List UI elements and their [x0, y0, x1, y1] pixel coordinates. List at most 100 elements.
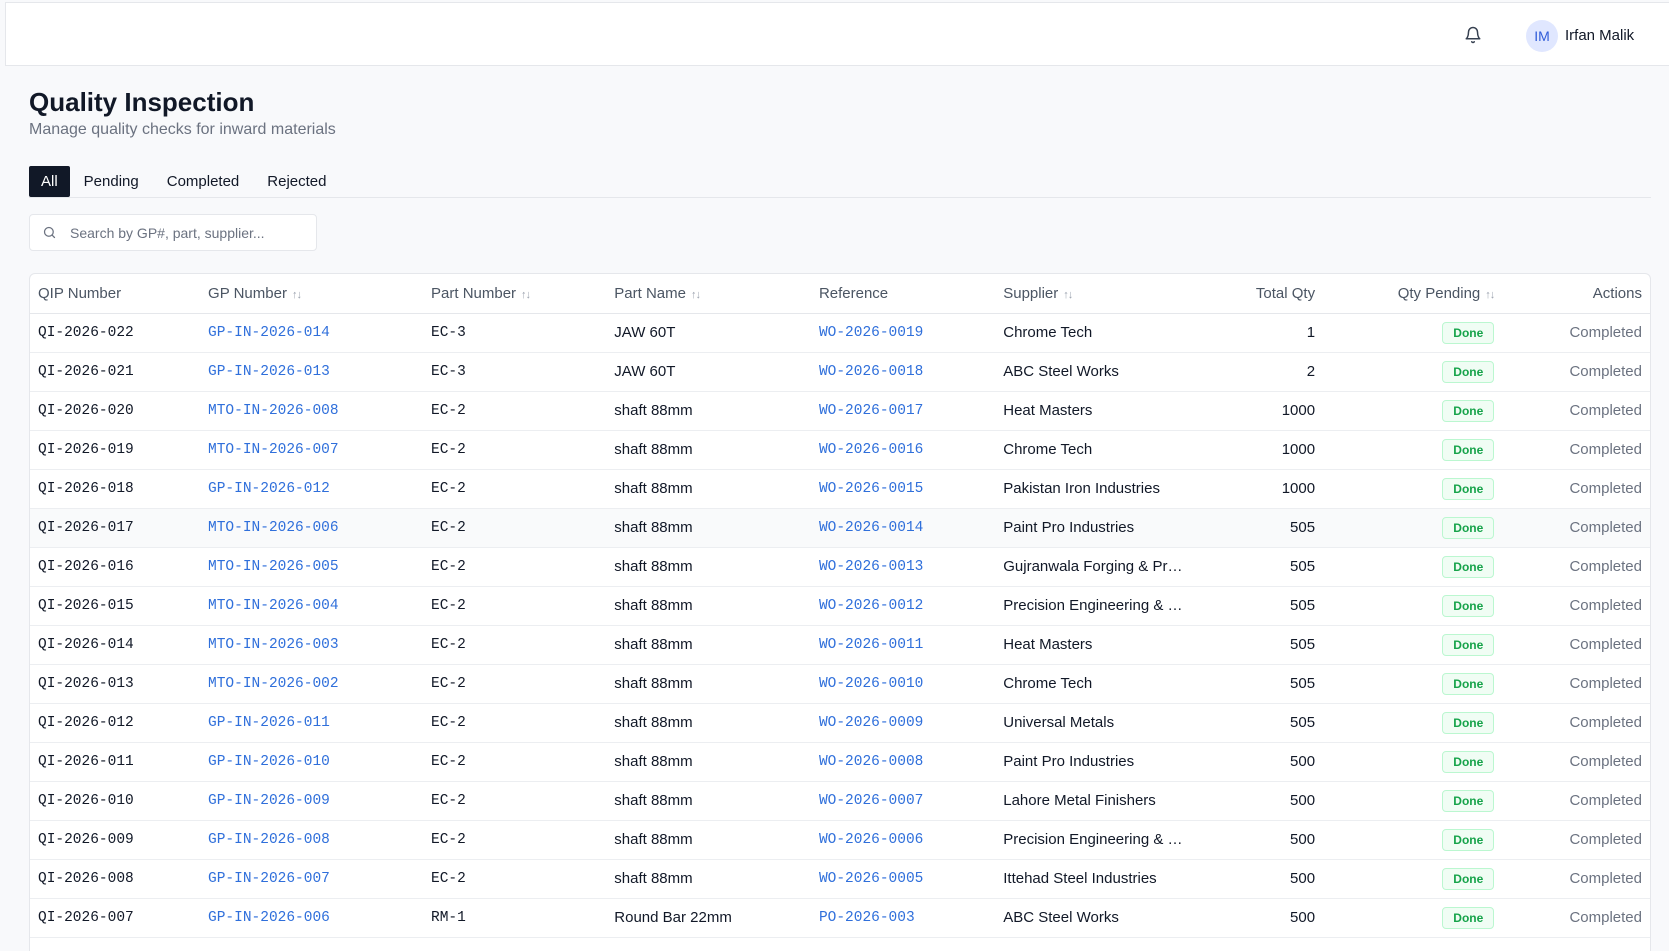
table-row[interactable]: QI-2026-015 MTO-IN-2026-004 EC-2 shaft 88mm… [30, 586, 1650, 626]
col-gp-number[interactable]: GP Number ↑↓ [200, 274, 424, 314]
reference-link[interactable]: WO-2026-0016 [810, 430, 996, 470]
sort-icon[interactable]: ↑↓ [521, 289, 531, 301]
total-qty: 505 [1190, 703, 1324, 743]
table-row[interactable]: QI-2026-020 MTO-IN-2026-008 EC-2 shaft 88mm… [30, 391, 1650, 431]
total-qty: 1000 [1190, 391, 1324, 431]
table-row[interactable]: QI-2026-019 MTO-IN-2026-007 EC-2 shaft 88mm… [30, 430, 1650, 470]
status-badge: Done [1442, 594, 1495, 617]
reference-link[interactable]: WO-2026-0011 [810, 625, 996, 665]
gp-number-link[interactable]: GP-IN-2026-012 [200, 469, 424, 509]
search-input[interactable] [70, 224, 290, 241]
col-part-name[interactable]: Part Name ↑↓ [606, 274, 811, 314]
table-row[interactable]: QI-2026-013 MTO-IN-2026-002 EC-2 shaft 88mm… [30, 664, 1650, 704]
reference-link[interactable]: PO-2026-003 [810, 898, 996, 938]
table-row[interactable]: QI-2026-010 GP-IN-2026-009 EC-2 shaft 88mm W… [30, 781, 1650, 821]
gp-number-link[interactable]: MTO-IN-2026-007 [200, 430, 424, 470]
sort-icon[interactable]: ↑↓ [292, 289, 302, 301]
table-row[interactable]: QI-2026-017 MTO-IN-2026-006 EC-2 shaft 88mm… [30, 508, 1650, 548]
gp-number-link[interactable]: MTO-IN-2026-006 [200, 508, 424, 548]
gp-number-link[interactable]: GP-IN-2026-010 [200, 742, 424, 782]
supplier: Precision Engineering & HT Se... [995, 586, 1191, 626]
table-row[interactable]: QI-2026-012 GP-IN-2026-011 EC-2 shaft 88mm W… [30, 703, 1650, 743]
qty-pending-cell: Done [1323, 547, 1503, 587]
action-status: Completed [1502, 859, 1650, 899]
gp-number-link[interactable]: GP-IN-2026-009 [200, 781, 424, 821]
action-status: Completed [1502, 586, 1650, 626]
reference-link[interactable]: WO-2026-0007 [810, 781, 996, 821]
gp-number-link[interactable]: GP-IN-2026-011 [200, 703, 424, 743]
qty-pending-cell: Done [1323, 586, 1503, 626]
total-qty: 500 [1190, 742, 1324, 782]
qty-pending-cell: Done [1323, 898, 1503, 938]
sort-icon[interactable]: ↑↓ [1063, 289, 1073, 301]
reference-link[interactable]: WO-2026-0014 [810, 508, 996, 548]
reference-link[interactable]: WO-2026-0005 [810, 859, 996, 899]
supplier: Heat Masters [995, 391, 1191, 431]
gp-number-link[interactable]: MTO-IN-2026-004 [200, 586, 424, 626]
reference-link[interactable]: WO-2026-0009 [810, 703, 996, 743]
action-status: Completed [1502, 781, 1650, 821]
table-row[interactable]: QI-2026-022 GP-IN-2026-014 EC-3 JAW 60T WO-2… [30, 313, 1650, 353]
qty-pending-cell: Done [1323, 742, 1503, 782]
table-row[interactable]: QI-2026-018 GP-IN-2026-012 EC-2 shaft 88mm W… [30, 469, 1650, 509]
table-row[interactable]: QI-2026-021 GP-IN-2026-013 EC-3 JAW 60T WO-2… [30, 352, 1650, 392]
sort-icon[interactable]: ↑↓ [691, 289, 701, 301]
user-name[interactable]: Irfan Malik [1565, 27, 1634, 44]
part-number: EC-2 [423, 703, 607, 743]
part-name: shaft 88mm [606, 430, 811, 470]
reference-link[interactable]: WO-2026-0012 [810, 586, 996, 626]
supplier: Chrome Tech [995, 664, 1191, 704]
col-qty-pending[interactable]: Qty Pending ↑↓ [1323, 274, 1503, 314]
tab-all[interactable]: All [29, 166, 70, 197]
total-qty: 500 [1190, 898, 1324, 938]
supplier: Lahore Metal Finishers [995, 781, 1191, 821]
reference-link[interactable]: WO-2026-0006 [810, 820, 996, 860]
tab-rejected[interactable]: Rejected [253, 166, 340, 197]
gp-number-link[interactable]: MTO-IN-2026-003 [200, 625, 424, 665]
tab-pending[interactable]: Pending [70, 166, 153, 197]
reference-link[interactable]: WO-2026-0010 [810, 664, 996, 704]
table-row[interactable]: QI-2026-009 GP-IN-2026-008 EC-2 shaft 88mm W… [30, 820, 1650, 860]
action-status: Completed [1502, 352, 1650, 392]
status-badge: Done [1442, 633, 1495, 656]
part-name: JAW 60T [606, 313, 811, 353]
table-row[interactable]: QI-2026-007 GP-IN-2026-006 RM-1 Round Bar 2… [30, 898, 1650, 938]
total-qty: 505 [1190, 586, 1324, 626]
gp-number-link[interactable]: MTO-IN-2026-005 [200, 547, 424, 587]
col-part-number[interactable]: Part Number ↑↓ [423, 274, 607, 314]
gp-number-link[interactable]: MTO-IN-2026-002 [200, 664, 424, 704]
reference-link[interactable]: WO-2026-0008 [810, 742, 996, 782]
supplier: Paint Pro Industries [995, 508, 1191, 548]
part-name: shaft 88mm [606, 664, 811, 704]
table-row[interactable]: QI-2026-016 MTO-IN-2026-005 EC-2 shaft 88mm… [30, 547, 1650, 587]
reference-link[interactable]: WO-2026-0013 [810, 547, 996, 587]
col-actions: Actions [1502, 274, 1650, 314]
reference-link[interactable]: WO-2026-0019 [810, 313, 996, 353]
action-status: Completed [1502, 313, 1650, 353]
avatar[interactable]: IM [1526, 20, 1558, 52]
table-row[interactable]: QI-2026-008 GP-IN-2026-007 EC-2 shaft 88mm W… [30, 859, 1650, 899]
part-number: EC-2 [423, 664, 607, 704]
reference-link[interactable]: WO-2026-0018 [810, 352, 996, 392]
action-status: Completed [1502, 430, 1650, 470]
status-badge: Done [1442, 399, 1495, 422]
bell-icon[interactable] [1461, 23, 1485, 47]
gp-number-link[interactable]: GP-IN-2026-006 [200, 898, 424, 938]
gp-number-link[interactable]: GP-IN-2026-007 [200, 859, 424, 899]
status-badge: Done [1442, 672, 1495, 695]
gp-number-link[interactable]: GP-IN-2026-008 [200, 820, 424, 860]
sort-icon[interactable]: ↑↓ [1485, 289, 1495, 301]
reference-link[interactable]: WO-2026-0017 [810, 391, 996, 431]
reference-link[interactable]: WO-2026-0015 [810, 469, 996, 509]
gp-number-link[interactable]: MTO-IN-2026-008 [200, 391, 424, 431]
table-row[interactable]: QI-2026-014 MTO-IN-2026-003 EC-2 shaft 88mm… [30, 625, 1650, 665]
table-row[interactable]: QI-2026-011 GP-IN-2026-010 EC-2 shaft 88mm W… [30, 742, 1650, 782]
total-qty: 505 [1190, 625, 1324, 665]
gp-number-link[interactable]: GP-IN-2026-013 [200, 352, 424, 392]
qip-number: QI-2026-015 [30, 586, 201, 626]
inspection-table: QIP Number GP Number ↑↓ Part Number ↑↓ Par… [29, 273, 1651, 951]
gp-number-link[interactable]: GP-IN-2026-014 [200, 313, 424, 353]
part-name: JAW 60T [606, 352, 811, 392]
col-supplier[interactable]: Supplier ↑↓ [995, 274, 1191, 314]
tab-completed[interactable]: Completed [153, 166, 254, 197]
